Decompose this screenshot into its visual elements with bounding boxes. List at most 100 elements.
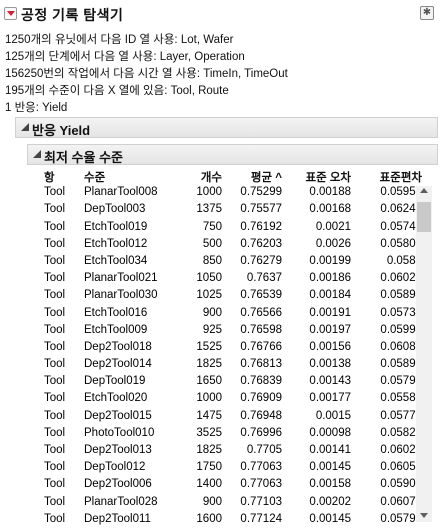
table-header: 항 수준 개수 평균 ^ 표준 오차 표준편차 [44,168,422,185]
count-cell: 1050 [196,272,222,285]
window-titlebar: 공정 기록 탐색기 ✱ [0,0,440,28]
count-cell: 900 [202,306,222,319]
count-cell: 1650 [196,375,222,388]
term-cell: Tool [44,512,66,525]
table-row[interactable]: Tool DepTool003 1375 0.75577 0.00168 0.06245 [44,202,422,219]
response-section-header[interactable]: 반응 Yield [15,117,438,138]
level-cell: DepTool003 [84,203,146,216]
col-header-mean[interactable]: 평균 ^ [251,169,282,185]
level-cell: PlanarTool028 [84,495,158,508]
count-cell: 750 [202,220,222,233]
mean-cell: 0.77103 [240,495,282,508]
table-row[interactable]: Tool EtchTool034 850 0.76279 0.00199 0.0581 [44,254,422,271]
table-row[interactable]: Tool Dep2Tool011 1600 0.77124 0.00145 0.05797 [44,512,422,529]
std-error-cell: 0.0021 [315,220,351,233]
term-cell: Tool [44,426,66,439]
level-cell: Dep2Tool018 [84,340,152,353]
std-error-cell: 0.00199 [309,254,351,267]
std-error-cell: 0.00158 [309,478,351,491]
table-row[interactable]: Tool PlanarTool021 1050 0.7637 0.00186 0.0602… [44,271,422,288]
info-line-levels: 195개의 수준이 다음 X 열에 있음: Tool, Route [5,85,229,97]
term-cell: Tool [44,358,66,371]
term-cell: Tool [44,323,66,336]
count-cell: 500 [202,237,222,250]
scroll-down-arrow-icon[interactable] [420,513,428,518]
disclosure-triangle-icon[interactable] [21,123,29,131]
table-row[interactable]: Tool Dep2Tool015 1475 0.76948 0.0015 0.05775 [44,409,422,426]
table-row[interactable]: Tool DepTool019 1650 0.76839 0.00143 0.05794 [44,374,422,391]
level-cell: EtchTool012 [84,237,148,250]
scrollbar-thumb[interactable] [417,202,431,232]
std-error-cell: 0.00177 [309,392,351,405]
mean-cell: 0.76566 [240,306,282,319]
level-cell: EtchTool034 [84,254,148,267]
mean-cell: 0.7705 [246,444,282,456]
std-error-cell: 0.00145 [309,461,351,474]
mean-cell: 0.75577 [240,203,282,216]
term-cell: Tool [44,306,66,319]
count-cell: 1825 [196,444,222,456]
level-cell: EtchTool016 [84,306,148,319]
col-header-std-dev[interactable]: 표준편차 [380,169,422,185]
level-cell: DepTool012 [84,461,146,474]
mean-cell: 0.77124 [240,512,282,525]
table-row[interactable]: Tool DepTool012 1750 0.77063 0.00145 0.06051 [44,460,422,477]
table-row[interactable]: Tool Dep2Tool006 1400 0.77063 0.00158 0.05905 [44,477,422,494]
disclosure-triangle-icon[interactable] [33,150,41,158]
mean-cell: 0.76909 [240,392,282,405]
level-cell: DepTool019 [84,375,146,388]
std-error-cell: 0.00186 [309,272,351,285]
count-cell: 1475 [196,409,222,422]
term-cell: Tool [44,237,66,250]
corner-options-icon[interactable]: ✱ [420,6,434,20]
col-header-count[interactable]: 개수 [201,169,222,185]
lowest-yield-section-header[interactable]: 최저 수율 수준 [27,144,438,165]
level-cell: EtchTool020 [84,392,148,405]
table-row[interactable]: Tool PhotoTool010 3525 0.76996 0.00098 0.0582… [44,426,422,443]
term-cell: Tool [44,495,66,508]
count-cell: 1400 [196,478,222,491]
count-cell: 1825 [196,358,222,371]
std-error-cell: 0.00188 [309,186,351,199]
scroll-up-arrow-icon[interactable] [420,188,428,193]
level-cell: PlanarTool021 [84,272,158,285]
table-row[interactable]: Tool EtchTool016 900 0.76566 0.00191 0.05734 [44,306,422,323]
table-row[interactable]: Tool EtchTool019 750 0.76192 0.0021 0.05749 [44,220,422,237]
table-row[interactable]: Tool PlanarTool030 1025 0.76539 0.00184 0.058… [44,288,422,305]
std-error-cell: 0.00184 [309,289,351,302]
std-error-cell: 0.00098 [309,426,351,439]
info-line-response: 1 반응: Yield [5,102,68,114]
count-cell: 925 [202,323,222,336]
std-error-cell: 0.00145 [309,512,351,525]
mean-cell: 0.76203 [240,237,282,250]
col-header-std-error[interactable]: 표준 오차 [305,169,351,185]
level-cell: Dep2Tool013 [84,444,152,456]
term-cell: Tool [44,409,66,422]
term-cell: Tool [44,340,66,353]
std-error-cell: 0.00197 [309,323,351,336]
mean-cell: 0.76766 [240,340,282,353]
count-cell: 1600 [196,512,222,525]
count-cell: 1025 [196,289,222,302]
table-row[interactable]: Tool PlanarTool028 900 0.77103 0.00202 0.0607… [44,495,422,512]
page-title: 공정 기록 탐색기 [21,7,124,23]
vertical-scrollbar[interactable] [416,186,432,522]
col-header-term[interactable]: 항 [44,169,55,185]
count-cell: 3525 [196,426,222,439]
info-line-operations: 156250번의 작업에서 다음 시간 열 사용: TimeIn, TimeOu… [5,68,288,80]
table-row[interactable]: Tool PlanarTool008 1000 0.75299 0.00188 0.059… [44,185,422,202]
table-row[interactable]: Tool EtchTool020 1000 0.76909 0.00177 0.05586 [44,391,422,408]
term-cell: Tool [44,203,66,216]
lowest-yield-table: 항 수준 개수 평균 ^ 표준 오차 표준편차 Tool PlanarTool00… [44,168,422,529]
level-cell: Dep2Tool014 [84,358,152,371]
mean-cell: 0.76598 [240,323,282,336]
table-row[interactable]: Tool EtchTool012 500 0.76203 0.0026 0.05807 [44,237,422,254]
col-header-level[interactable]: 수준 [84,169,105,185]
red-triangle-menu-icon[interactable] [4,7,17,20]
level-cell: Dep2Tool006 [84,478,152,491]
count-cell: 1525 [196,340,222,353]
table-row[interactable]: Tool Dep2Tool014 1825 0.76813 0.00138 0.05893 [44,357,422,374]
table-row[interactable]: Tool Dep2Tool018 1525 0.76766 0.00156 0.06088 [44,340,422,357]
table-row[interactable]: Tool Dep2Tool013 1825 0.7705 0.00141 0.06025 [44,443,422,460]
table-row[interactable]: Tool EtchTool009 925 0.76598 0.00197 0.05994 [44,323,422,340]
